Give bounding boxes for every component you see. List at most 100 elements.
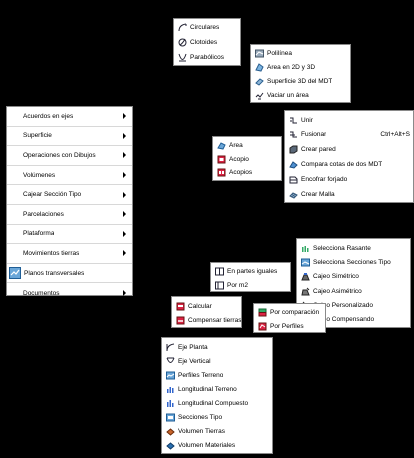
menu-item-cajeo-simetrico[interactable]: Cajeo Simétrico [297, 270, 410, 284]
menu-item-selecciona-secciones[interactable]: Selecciona Secciones Tipo [297, 255, 410, 269]
menu-item-eje-planta[interactable]: Eje Planta [162, 340, 272, 354]
item-label: Selecciona Rasante [313, 244, 371, 252]
submenu-arrow-icon [123, 211, 126, 218]
item-label: Vaciar un área [267, 91, 309, 99]
item-label: Volumen Materiales [178, 441, 236, 449]
acuerdos-submenu: Circulares Clotoides Parabólicos [173, 18, 241, 66]
item-label: Crear Malla [301, 191, 335, 198]
menu-item-selecciona-rasante[interactable]: Selecciona Rasante [297, 241, 410, 255]
item-label: Volúmenes [23, 171, 56, 179]
plataforma-submenu: Calcular Compensar tierras [171, 296, 242, 328]
main-menu-item-parcelaciones[interactable]: Parcelaciones [7, 205, 132, 225]
menu-item-por-m2[interactable]: Por m2 [211, 278, 290, 292]
item-label: Unir [301, 116, 313, 124]
item-label: Parcelaciones [23, 210, 64, 218]
main-menu: Acuerdos en ejes Superficie Operaciones … [6, 106, 133, 297]
item-label: Volumen Tierras [178, 427, 225, 435]
item-label: Parabólicos [190, 54, 224, 61]
item-label: Operaciones con Dibujos [23, 151, 96, 159]
menu-item-polilinea[interactable]: Polilínea [251, 46, 350, 60]
surface-3d-icon [255, 77, 264, 86]
main-menu-item-superficie[interactable]: Superficie [7, 127, 132, 147]
item-label: Plataforma [23, 230, 55, 238]
item-label: Crear pared [301, 146, 336, 153]
menu-item-partes-iguales[interactable]: En partes iguales [211, 264, 290, 278]
merge-icon [289, 130, 298, 139]
area-icon [217, 141, 226, 150]
menu-item-crear-pared[interactable]: Crear pared [285, 142, 413, 157]
menu-item-acopio[interactable]: Acopio [213, 153, 281, 167]
item-label: Planos transversales [24, 269, 85, 277]
menu-item-secciones-tipo[interactable]: Secciones Tipo [162, 410, 272, 424]
menu-item-circulares[interactable]: Circulares [174, 20, 240, 35]
equal-parts-icon [215, 267, 224, 276]
main-menu-item-operaciones[interactable]: Operaciones con Dibujos [7, 146, 132, 166]
mesh-icon [289, 190, 298, 199]
menu-item-crear-malla[interactable]: Crear Malla [285, 187, 413, 202]
parcelaciones-submenu: En partes iguales Por m2 [210, 262, 291, 292]
menu-item-longitudinal-compuesto[interactable]: Longitudinal Compuesto [162, 396, 272, 410]
item-label: Perfiles Terreno [178, 371, 224, 379]
submenu-arrow-icon [123, 230, 126, 237]
superficie-submenu: Polilínea Área en 2D y 3D Superficie 3D … [250, 44, 351, 103]
documentos-submenu: Eje Planta Eje Vertical Perfiles Terreno… [161, 337, 273, 454]
item-label: Eje Planta [178, 343, 208, 351]
menu-item-volumen-materiales[interactable]: Volumen Materiales [162, 438, 272, 452]
clothoid-icon [178, 38, 187, 47]
symmetric-icon [301, 272, 310, 281]
submenu-arrow-icon [123, 191, 126, 198]
menu-item-por-perfiles[interactable]: Por Perfiles [254, 319, 325, 333]
item-label: Clotoides [190, 39, 218, 46]
menu-item-area-2d-3d[interactable]: Área en 2D y 3D [251, 60, 350, 74]
menu-item-compensar-tierras[interactable]: Compensar tierras [172, 313, 241, 327]
item-label: Encofrar forjado [301, 176, 348, 183]
menu-item-calcular[interactable]: Calcular [172, 299, 241, 313]
circular-curve-icon [178, 23, 187, 32]
menu-item-area[interactable]: Área [213, 139, 281, 153]
materials-volume-icon [166, 441, 175, 450]
menu-item-eje-vertical[interactable]: Eje Vertical [162, 354, 272, 368]
item-label: Área [229, 142, 243, 150]
menu-item-longitudinal-terreno[interactable]: Longitudinal Terreno [162, 382, 272, 396]
item-label: Por comparación [270, 308, 320, 316]
item-label: Por m2 [227, 281, 248, 289]
parabolic-icon [178, 53, 187, 62]
menu-item-volumen-tierras[interactable]: Volumen Tierras [162, 424, 272, 438]
volumenes-submenu: Área Acopio Acopios [212, 136, 282, 181]
sections-icon [166, 413, 175, 422]
menu-item-clotoides[interactable]: Clotoides [174, 35, 240, 50]
main-menu-item-volumenes[interactable]: Volúmenes [7, 166, 132, 186]
menu-item-por-comparacion[interactable]: Por comparación [254, 305, 325, 319]
submenu-arrow-icon [123, 152, 126, 159]
plan-axis-icon [166, 343, 175, 352]
compare-dtm-icon [289, 160, 298, 169]
main-menu-item-cajear[interactable]: Cajear Sección Tipo [7, 185, 132, 205]
vertical-axis-icon [166, 357, 175, 366]
menu-item-vaciar-area[interactable]: Vaciar un área [251, 88, 350, 102]
menu-item-superficie-3d[interactable]: Superficie 3D del MDT [251, 74, 350, 88]
menu-item-cajeo-asimetrico[interactable]: Cajeo Asimétrico [297, 284, 410, 298]
by-profiles-icon [258, 322, 267, 331]
menu-item-perfiles-terreno[interactable]: Perfiles Terreno [162, 368, 272, 382]
menu-item-compara-cotas[interactable]: Compara cotas de dos MDT [285, 157, 413, 172]
item-label: Área en 2D y 3D [267, 63, 316, 71]
polyline-icon [255, 49, 264, 58]
formwork-icon [289, 175, 298, 184]
menu-item-fusionar[interactable]: Fusionar Ctrl+Alt+S [285, 127, 413, 142]
main-menu-item-planos[interactable]: Planos transversales [7, 264, 132, 284]
item-label: Documentos [23, 289, 60, 297]
menu-item-unir[interactable]: Unir [285, 113, 413, 127]
main-menu-item-acuerdos[interactable]: Acuerdos en ejes [7, 107, 132, 127]
movimientos-submenu: Por comparación Por Perfiles [253, 303, 326, 333]
submenu-arrow-icon [123, 132, 126, 139]
main-menu-item-movimientos[interactable]: Movimientos tierras [7, 244, 132, 264]
item-label: Eje Vertical [178, 357, 211, 365]
menu-item-parabolicos[interactable]: Parabólicos [174, 50, 240, 65]
menu-item-acopios[interactable]: Acopios [213, 166, 281, 180]
item-label: Longitudinal Compuesto [178, 399, 249, 407]
operaciones-submenu: Unir Fusionar Ctrl+Alt+S Crear pared Com… [284, 110, 414, 203]
item-label: Calcular [188, 302, 212, 310]
menu-item-encofrar[interactable]: Encofrar forjado [285, 172, 413, 187]
main-menu-item-documentos[interactable]: Documentos [7, 283, 132, 303]
main-menu-item-plataforma[interactable]: Plataforma [7, 225, 132, 245]
